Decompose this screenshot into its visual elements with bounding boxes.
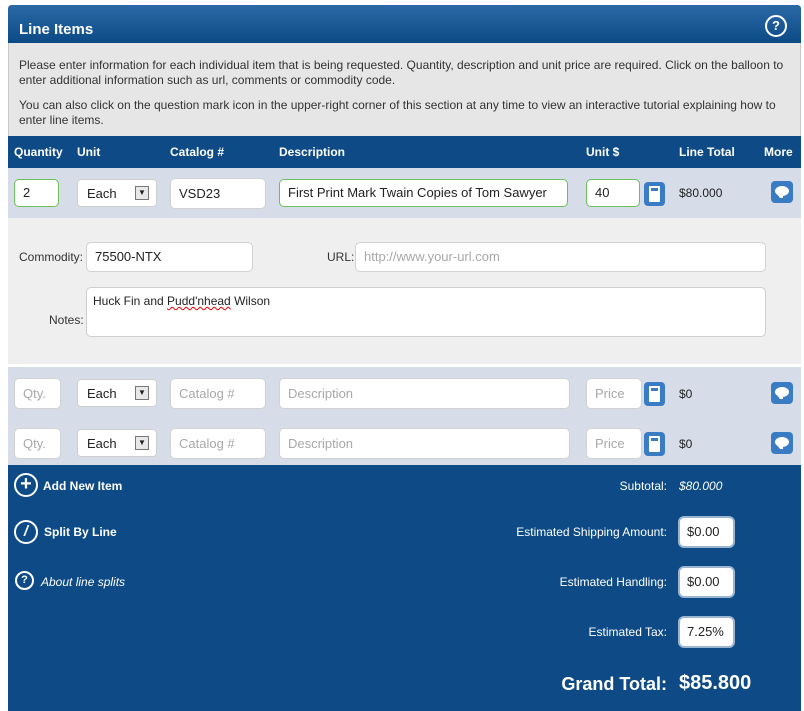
- unit-select-value: Each: [87, 436, 117, 451]
- subtotal-value: $80.000: [679, 479, 723, 493]
- commodity-label: Commodity:: [19, 250, 84, 264]
- calculator-icon[interactable]: [644, 382, 665, 406]
- handling-input[interactable]: $0.00: [678, 566, 735, 598]
- subtotal-label: Subtotal:: [619, 479, 667, 493]
- price-input[interactable]: Price: [586, 428, 642, 459]
- col-unit-price: Unit $: [586, 145, 620, 159]
- col-quantity: Quantity: [14, 145, 63, 159]
- calculator-icon[interactable]: [644, 432, 665, 456]
- col-more: More: [764, 145, 793, 159]
- description-input[interactable]: First Print Mark Twain Copies of Tom Saw…: [279, 179, 568, 207]
- chevron-down-icon[interactable]: ▼: [135, 186, 149, 200]
- comment-balloon-icon[interactable]: [771, 432, 793, 454]
- col-catalog: Catalog #: [170, 145, 225, 159]
- comment-balloon-icon[interactable]: [771, 382, 793, 404]
- chevron-down-icon[interactable]: ▼: [135, 386, 149, 400]
- intro-text: Please enter information for each indivi…: [8, 43, 801, 136]
- unit-select[interactable]: Each ▼: [77, 379, 157, 407]
- about-line-splits-link[interactable]: About line splits: [41, 575, 125, 589]
- panel-header: Line Items ?: [8, 5, 801, 43]
- line-total: $0: [679, 437, 693, 451]
- notes-textarea[interactable]: Huck Fin and Pudd'nhead Wilson: [86, 287, 766, 337]
- grand-total-label: Grand Total:: [561, 674, 667, 694]
- question-icon[interactable]: ?: [15, 571, 34, 590]
- handling-label: Estimated Handling:: [559, 575, 667, 589]
- description-input[interactable]: Description: [279, 428, 570, 459]
- unit-select-value: Each: [87, 386, 117, 401]
- table-row: 2 Each ▼ VSD23 First Print Mark Twain Co…: [8, 168, 801, 218]
- line-items-panel: Line Items ? Please enter information fo…: [8, 5, 801, 711]
- chevron-down-icon[interactable]: ▼: [135, 436, 149, 450]
- price-input[interactable]: Price: [586, 378, 642, 409]
- tax-input[interactable]: 7.25%: [678, 616, 735, 648]
- notes-text-misspelled: Pudd'nhead: [167, 294, 231, 308]
- unit-select-value: Each: [87, 186, 117, 201]
- split-icon[interactable]: /: [14, 520, 38, 544]
- notes-text-a: Huck Fin and: [93, 294, 168, 308]
- help-icon[interactable]: ?: [765, 15, 787, 37]
- grand-total-value: $85.800: [679, 672, 752, 694]
- empty-rows: Qty. Each ▼ Catalog # Description Price …: [8, 364, 801, 465]
- notes-label: Notes:: [49, 313, 84, 327]
- col-line-total: Line Total: [679, 145, 735, 159]
- unit-select[interactable]: Each ▼: [77, 429, 157, 457]
- line-total: $0: [679, 387, 693, 401]
- url-label: URL:: [327, 250, 355, 264]
- tax-label: Estimated Tax:: [588, 625, 667, 639]
- intro-paragraph-1: Please enter information for each indivi…: [19, 58, 784, 87]
- comment-balloon-icon[interactable]: [771, 181, 793, 203]
- shipping-label: Estimated Shipping Amount:: [516, 525, 667, 539]
- panel-title: Line Items: [19, 21, 94, 38]
- quantity-input[interactable]: 2: [14, 179, 59, 207]
- catalog-input[interactable]: Catalog #: [170, 428, 266, 459]
- unit-select[interactable]: Each ▼: [77, 179, 157, 207]
- quantity-input[interactable]: Qty.: [14, 378, 61, 409]
- intro-paragraph-2: You can also click on the question mark …: [19, 98, 776, 127]
- quantity-input[interactable]: Qty.: [14, 428, 61, 459]
- notes-text-c: Wilson: [230, 294, 271, 308]
- calculator-icon[interactable]: [644, 182, 665, 206]
- url-input[interactable]: http://www.your-url.com: [355, 242, 766, 272]
- line-total: $80.000: [679, 186, 723, 200]
- commodity-input[interactable]: 75500-NTX: [86, 242, 253, 272]
- split-by-line-link[interactable]: Split By Line: [44, 525, 117, 539]
- add-new-item-link[interactable]: Add New Item: [43, 479, 122, 493]
- catalog-input[interactable]: VSD23: [170, 178, 266, 209]
- shipping-input[interactable]: $0.00: [678, 516, 735, 548]
- add-item-icon[interactable]: +: [14, 473, 38, 497]
- col-description: Description: [279, 145, 346, 159]
- description-input[interactable]: Description: [279, 378, 570, 409]
- catalog-input[interactable]: Catalog #: [170, 378, 266, 409]
- price-input[interactable]: 40: [586, 179, 640, 207]
- col-unit: Unit: [77, 145, 101, 159]
